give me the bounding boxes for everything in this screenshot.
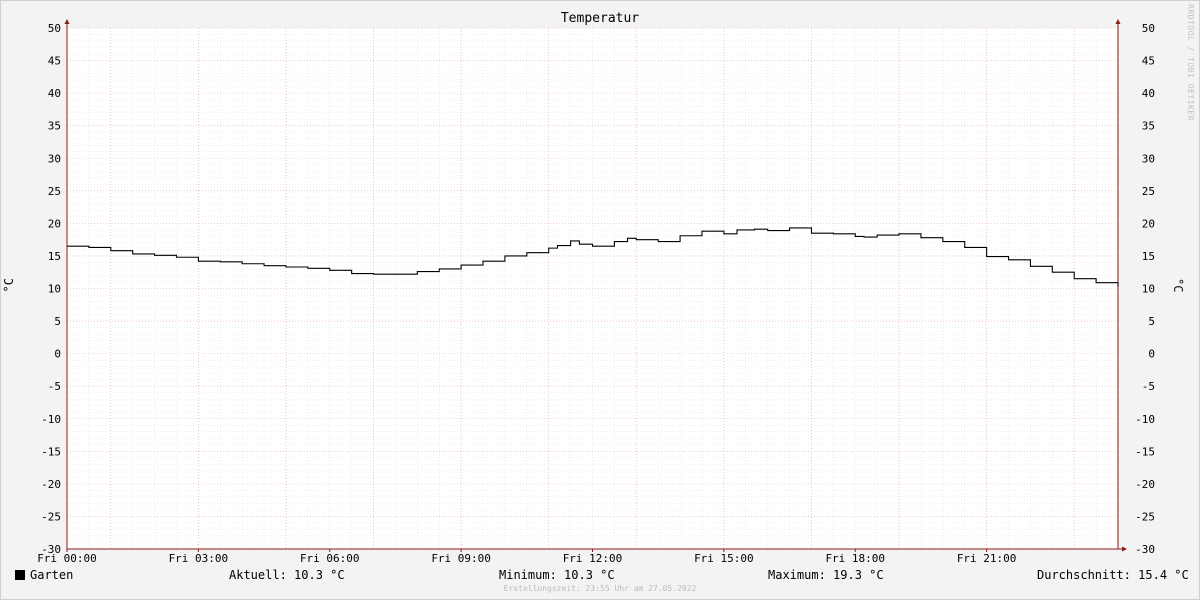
- stat-current: Aktuell: 10.3 °C: [229, 568, 345, 582]
- stat-maximum: Maximum: 19.3 °C: [768, 568, 884, 582]
- y-tick-label-right: 5: [1148, 315, 1155, 328]
- y-axis-arrow-right: [1115, 19, 1121, 24]
- y-tick-label-right: -25: [1135, 510, 1155, 523]
- y-tick-label-left: 30: [48, 152, 61, 165]
- y-tick-label-left: 15: [48, 250, 61, 263]
- legend-row: Garten Aktuell: 10.3 °C Minimum: 10.3 °C…: [0, 568, 1200, 584]
- y-tick-label-right: 35: [1142, 120, 1155, 133]
- y-tick-label-left: 25: [48, 185, 61, 198]
- footer-timestamp: Erstellungszeit: 23:55 Uhr am 27.05.2022: [503, 584, 697, 593]
- y-tick-label-left: -10: [41, 413, 61, 426]
- y-tick-label-right: 50: [1142, 22, 1155, 35]
- temperature-plot: 50 5045 4540 4035 3530 3025 2520 2015 1510 105 50 0…: [37, 19, 1155, 565]
- y-tick-label-right: 40: [1142, 87, 1155, 100]
- x-axis-arrow: [1122, 546, 1127, 552]
- y-tick-label-right: -20: [1135, 478, 1155, 491]
- y-tick-label-left: 20: [48, 217, 61, 230]
- stat-minimum: Minimum: 10.3 °C: [499, 568, 615, 582]
- y-tick-label-right: 25: [1142, 185, 1155, 198]
- y-tick-label-left: -15: [41, 445, 61, 458]
- y-tick-label-right: 15: [1142, 250, 1155, 263]
- y-tick-label-left: 10: [48, 283, 61, 296]
- y-tick-label-left: -20: [41, 478, 61, 491]
- stat-average: Durchschnitt: 15.4 °C: [1037, 568, 1189, 582]
- x-tick-label: Fri 09:00: [431, 552, 491, 565]
- y-tick-label-left: -25: [41, 510, 61, 523]
- y-tick-label-right: 30: [1142, 152, 1155, 165]
- x-tick-label: Fri 00:00: [37, 552, 97, 565]
- x-tick-label: Fri 12:00: [563, 552, 623, 565]
- y-tick-label-left: 35: [48, 120, 61, 133]
- y-tick-label-left: 0: [54, 348, 61, 361]
- y-tick-label-left: 40: [48, 87, 61, 100]
- y-axis-arrow-left: [64, 19, 70, 24]
- y-tick-label-left: 5: [54, 315, 61, 328]
- y-tick-label-right: -5: [1142, 380, 1155, 393]
- y-tick-label-left: 45: [48, 55, 61, 68]
- y-tick-label-right: 20: [1142, 217, 1155, 230]
- x-tick-label: Fri 03:00: [169, 552, 229, 565]
- y-tick-label-right: -30: [1135, 543, 1155, 556]
- x-tick-label: Fri 18:00: [825, 552, 885, 565]
- legend-series-name: Garten: [30, 568, 74, 582]
- y-tick-label-left: 50: [48, 22, 61, 35]
- y-tick-label-left: -5: [48, 380, 61, 393]
- legend-swatch-garten: [15, 570, 25, 580]
- x-tick-label: Fri 06:00: [300, 552, 360, 565]
- y-tick-label-right: 0: [1148, 348, 1155, 361]
- x-tick-label: Fri 15:00: [694, 552, 754, 565]
- y-tick-label-right: 10: [1142, 283, 1155, 296]
- y-tick-label-right: -15: [1135, 445, 1155, 458]
- y-tick-label-right: 45: [1142, 55, 1155, 68]
- x-tick-label: Fri 21:00: [957, 552, 1017, 565]
- y-tick-label-right: -10: [1135, 413, 1155, 426]
